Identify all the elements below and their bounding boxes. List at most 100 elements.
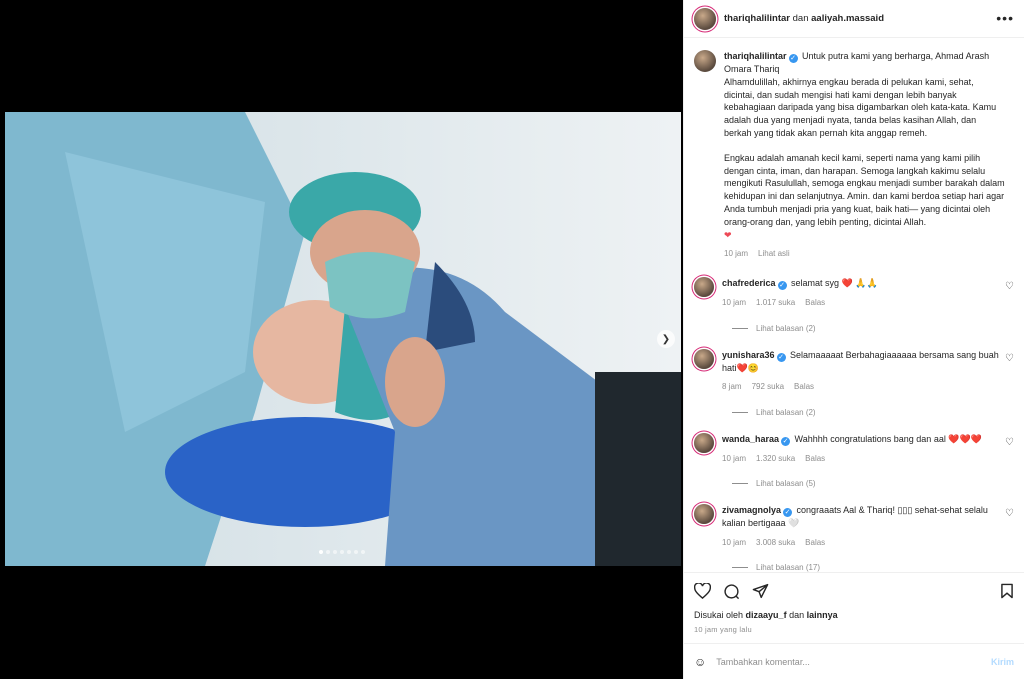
chevron-right-icon: ❯: [661, 333, 671, 345]
comment-time: 8 jam: [722, 382, 742, 392]
next-photo-button[interactable]: ❯: [657, 330, 675, 348]
post-side-panel: thariqhalilintar dan aaliyah.massaid •••…: [683, 0, 1024, 679]
carousel-dot: [326, 550, 330, 554]
comment-username[interactable]: zivamagnolya: [722, 505, 781, 515]
comment-heart-icon[interactable]: ♡: [1005, 437, 1014, 448]
comment-username[interactable]: wanda_haraa: [722, 434, 779, 444]
comment-meta: 10 jam 1.320 suka Balas: [722, 453, 1004, 466]
media-area: ❯: [0, 0, 683, 679]
comment-likes[interactable]: 1.017 suka: [756, 297, 795, 310]
header-authors: thariqhalilintar dan aaliyah.massaid: [724, 13, 884, 24]
author-avatar[interactable]: [694, 7, 716, 30]
see-original-link[interactable]: Lihat asli: [758, 248, 790, 261]
reply-button[interactable]: Balas: [805, 297, 825, 310]
carousel-dot: [333, 550, 337, 554]
comments-feed[interactable]: thariqhalilintar ✓ Untuk putra kami yang …: [684, 38, 1024, 572]
verified-badge-icon: ✓: [781, 436, 791, 446]
caption-time: 10 jam: [724, 249, 749, 259]
caption-avatar[interactable]: [694, 50, 716, 72]
photo-illustration: [5, 112, 681, 566]
comment-username[interactable]: yunishara36: [722, 350, 775, 360]
add-comment-bar: ☺ Kirim: [684, 643, 1024, 679]
replies-divider: [732, 483, 748, 485]
replies-divider: [732, 411, 748, 413]
comment-likes[interactable]: 1.320 suka: [756, 453, 795, 466]
comment-likes[interactable]: 3.008 suka: [756, 537, 795, 550]
header-joiner: dan: [792, 13, 809, 24]
post-photo[interactable]: [5, 112, 681, 566]
commenter-avatar[interactable]: [694, 277, 714, 298]
caption-body: thariqhalilintar ✓ Untuk putra kami yang …: [724, 50, 1006, 261]
view-replies-label[interactable]: Lihat balasan (17): [756, 563, 820, 572]
commenter-avatar[interactable]: [694, 432, 714, 453]
comment-username[interactable]: chafrederica: [722, 278, 776, 288]
view-replies[interactable]: Lihat balasan (2): [732, 324, 1014, 333]
comment-icon[interactable]: [723, 583, 740, 600]
likes-summary: Disukai oleh dizaayu_f dan lainnya: [694, 610, 1014, 620]
likes-prefix: Disukai oleh: [694, 610, 744, 620]
verified-badge-icon: ✓: [783, 508, 793, 518]
comment-time: 10 jam: [722, 537, 747, 547]
replies-divider: [732, 567, 748, 569]
verified-badge-icon: ✓: [788, 54, 798, 63]
reply-button[interactable]: Balas: [805, 537, 825, 550]
comment-time: 10 jam: [722, 453, 747, 463]
more-horizontal-icon[interactable]: •••: [996, 10, 1014, 26]
reply-button[interactable]: Balas: [805, 453, 825, 466]
bookmark-icon[interactable]: [1000, 583, 1014, 599]
view-replies-label[interactable]: Lihat balasan (2): [756, 324, 816, 333]
comment-heart-icon[interactable]: ♡: [1005, 353, 1014, 364]
post-actions: Disukai oleh dizaayu_f dan lainnya 10 ja…: [684, 572, 1024, 634]
comment-meta: 10 jam 1.017 suka Balas: [722, 297, 1004, 310]
comment: zivamagnolya ✓ congraaats Aal & Thariq! ▯…: [694, 504, 1014, 549]
likes-others-link[interactable]: lainnya: [807, 610, 838, 620]
view-replies[interactable]: Lihat balasan (17): [732, 563, 1014, 572]
comment: yunishara36 ✓ Selamaaaaat Berbahagiaaaaaa…: [694, 348, 1014, 394]
heart-emoji: ❤: [724, 229, 732, 240]
caption-meta: 10 jam Lihat asli: [724, 248, 1006, 261]
comment-heart-icon[interactable]: ♡: [1005, 508, 1014, 519]
comment: chafrederica ✓ selamat syg ❤️ 🙏🙏 10 jam 1…: [694, 277, 1014, 310]
view-replies-label[interactable]: Lihat balasan (2): [756, 408, 816, 417]
replies-divider: [732, 327, 748, 329]
carousel-dots: [319, 550, 365, 554]
verified-badge-icon: ✓: [776, 352, 786, 362]
view-replies[interactable]: Lihat balasan (2): [732, 408, 1014, 417]
author-username[interactable]: thariqhalilintar: [724, 13, 790, 24]
heart-icon[interactable]: [694, 583, 711, 599]
liker-username[interactable]: dizaayu_f: [746, 610, 787, 620]
coauthor-username[interactable]: aaliyah.massaid: [811, 13, 884, 24]
carousel-dot: [340, 550, 344, 554]
caption: thariqhalilintar ✓ Untuk putra kami yang …: [694, 50, 1014, 261]
post-comment-button[interactable]: Kirim: [991, 657, 1014, 667]
comment-likes[interactable]: 792 suka: [752, 381, 784, 394]
comment-heart-icon[interactable]: ♡: [1005, 281, 1014, 292]
post-header: thariqhalilintar dan aaliyah.massaid •••: [684, 0, 1024, 38]
comment-body: chafrederica ✓ selamat syg ❤️ 🙏🙏 10 jam 1…: [722, 277, 1004, 310]
action-icons: [694, 581, 1014, 601]
caption-username[interactable]: thariqhalilintar: [724, 51, 787, 61]
comment-time: 10 jam: [722, 298, 747, 308]
caption-paragraph-2: Engkau adalah amanah kecil kami, seperti…: [724, 152, 1005, 227]
carousel-dot: [319, 550, 323, 554]
comment-body: zivamagnolya ✓ congraaats Aal & Thariq! ▯…: [722, 504, 1004, 549]
view-replies-label[interactable]: Lihat balasan (5): [756, 479, 816, 488]
reply-button[interactable]: Balas: [794, 381, 814, 394]
comment-body: yunishara36 ✓ Selamaaaaat Berbahagiaaaaaa…: [722, 349, 1004, 394]
comment-text: selamat syg ❤️ 🙏🙏: [791, 278, 878, 289]
view-replies[interactable]: Lihat balasan (5): [732, 479, 1014, 488]
likes-joiner: dan: [789, 610, 805, 620]
carousel-dot: [361, 550, 365, 554]
caption-paragraph-1: Alhamdulillah, akhirnya engkau berada di…: [724, 76, 997, 138]
share-icon[interactable]: [752, 583, 769, 599]
commenter-avatar[interactable]: [694, 504, 714, 525]
commenter-avatar[interactable]: [694, 348, 714, 369]
instagram-post-modal: ❯ thariqhalilintar dan aaliyah.massaid •…: [0, 0, 1024, 679]
comment-body: wanda_haraa ✓ Wahhhh congratulations bang…: [722, 433, 1004, 466]
comment-text: Wahhhh congratulations bang dan aal ❤️❤️…: [794, 433, 982, 444]
comment-input[interactable]: [716, 656, 991, 667]
comment: wanda_haraa ✓ Wahhhh congratulations bang…: [694, 432, 1014, 466]
emoji-icon[interactable]: ☺: [694, 655, 706, 669]
carousel-dot: [347, 550, 351, 554]
carousel-dot: [354, 550, 358, 554]
